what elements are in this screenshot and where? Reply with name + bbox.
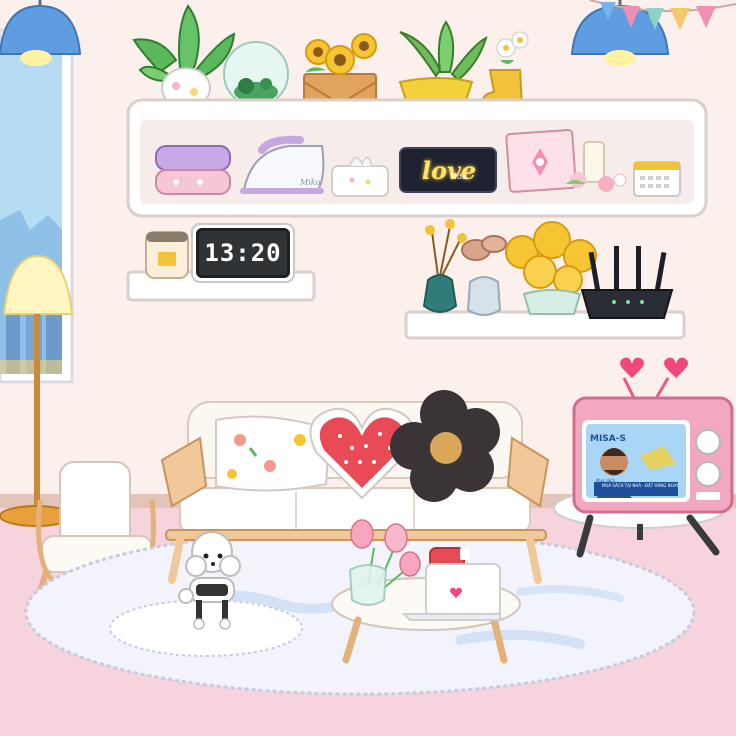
room-illustration	[0, 0, 736, 736]
picture-frame	[505, 128, 577, 193]
tv-channel-logo: MISA-S	[590, 434, 626, 444]
terrarium	[223, 41, 289, 107]
neon-sign-word: love	[421, 155, 477, 185]
jar-candle	[145, 231, 189, 279]
small-round-rug	[109, 599, 303, 657]
folded-towels	[155, 145, 231, 195]
room-scene: 13:20 love Mda Miko MISA-S Mua sách MUA …	[0, 0, 736, 736]
clock-time: 13:20	[204, 239, 282, 267]
tv-ticker: MUA SÁCH TẠI NHÀ · ĐẶT HÀNG NGAY	[602, 483, 679, 488]
iron-brand-label: Miko	[300, 178, 321, 187]
neon-sign-signature: Mda	[450, 172, 467, 181]
desk-calendar	[633, 161, 681, 197]
digital-clock-display: 13:20	[196, 228, 290, 278]
